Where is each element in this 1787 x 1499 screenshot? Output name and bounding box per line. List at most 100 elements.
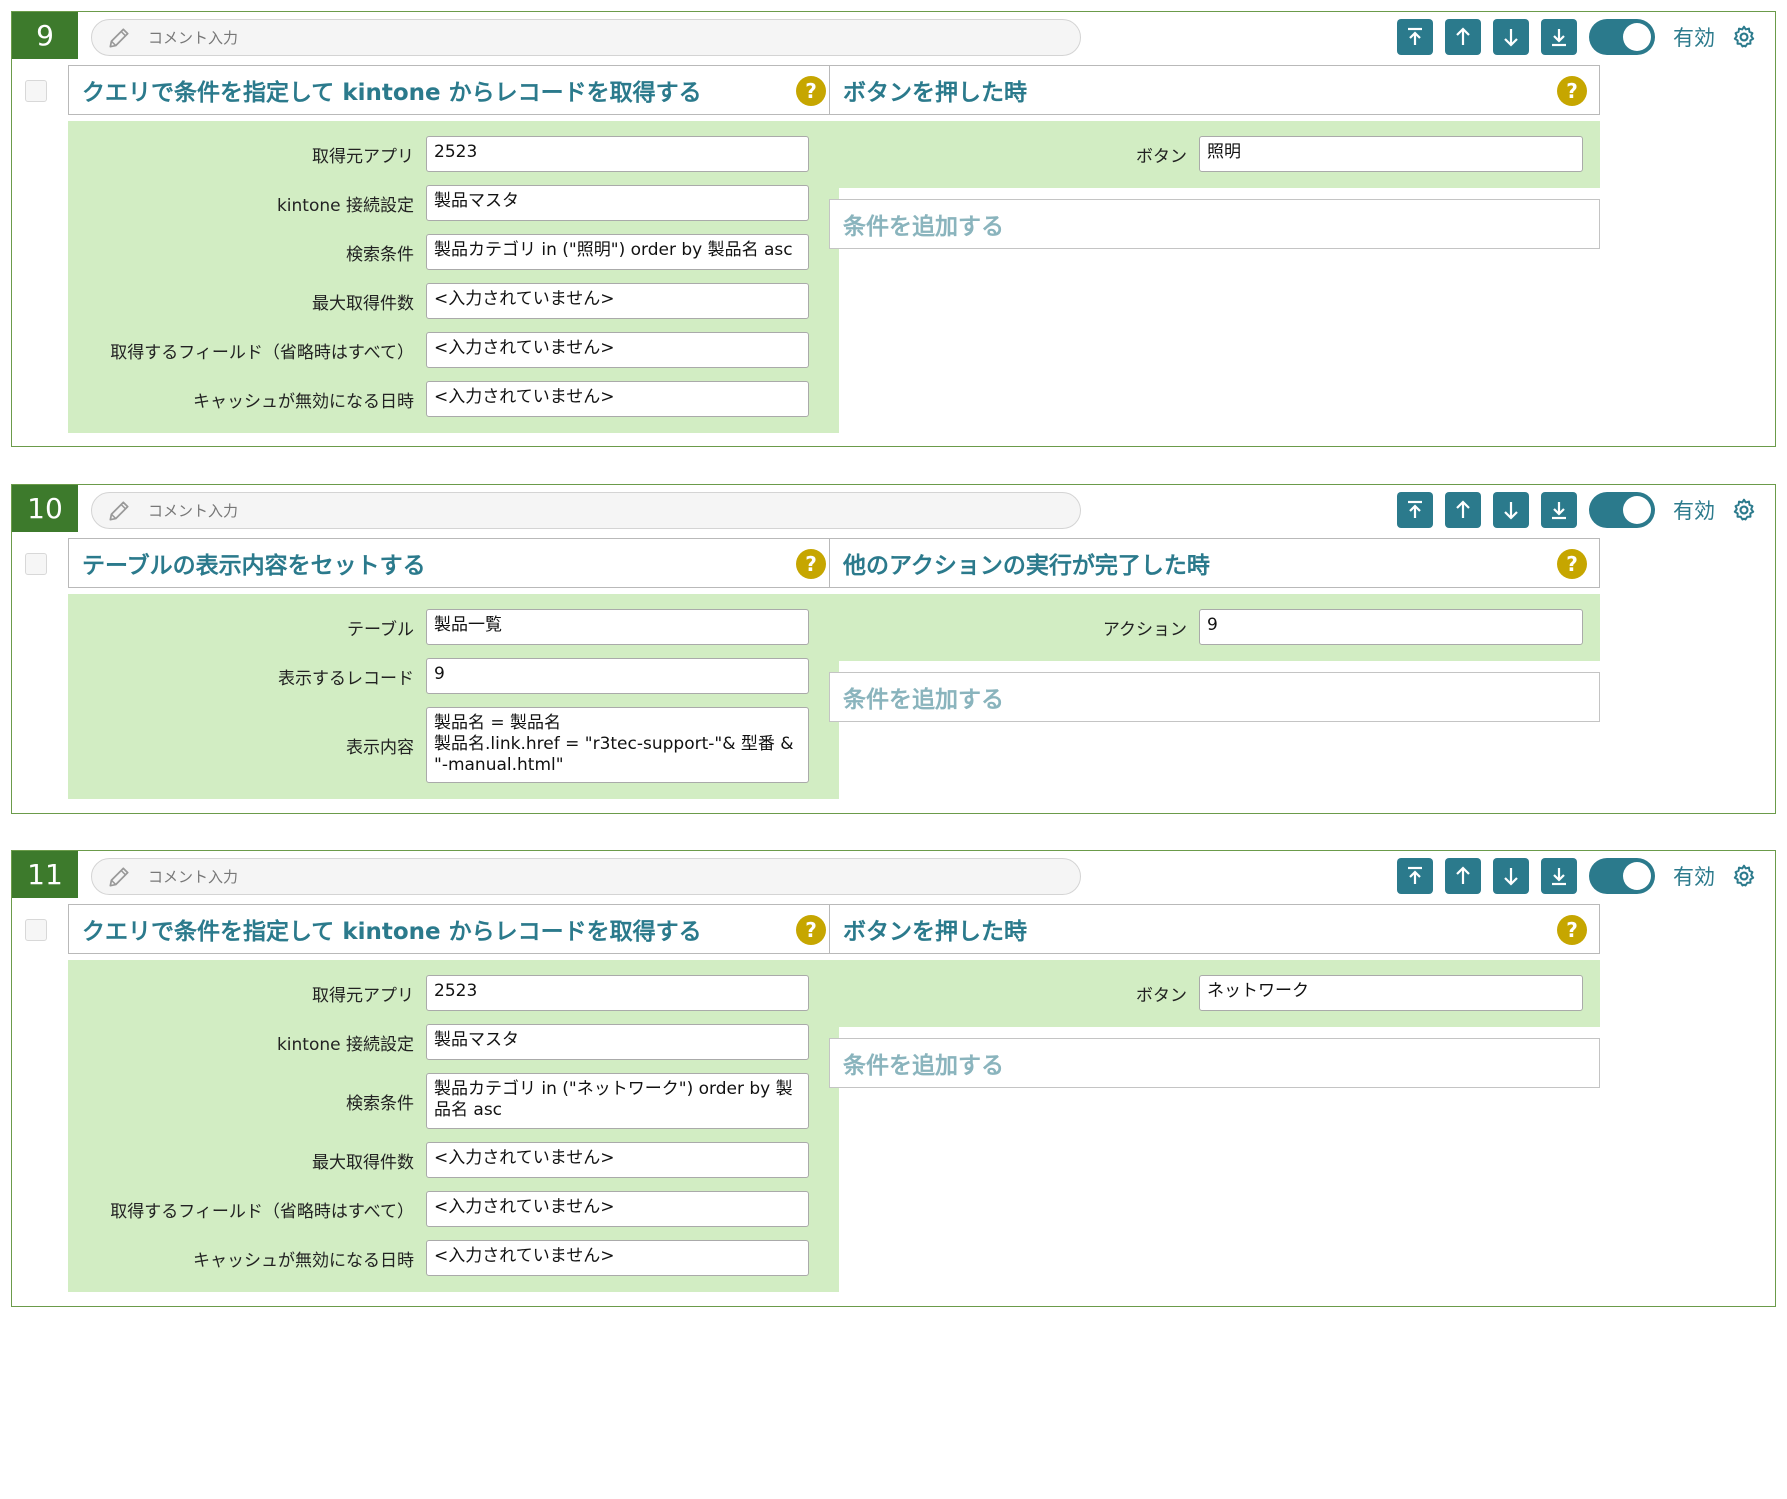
field-label: 取得するフィールド（省略時はすべて）: [110, 342, 414, 363]
enabled-label: 有効: [1673, 26, 1715, 50]
gear-icon[interactable]: [1731, 497, 1757, 523]
enabled-toggle[interactable]: [1589, 19, 1655, 55]
field-row: 取得元アプリ 2523: [68, 975, 839, 1011]
select-checkbox[interactable]: [25, 919, 47, 941]
field-value[interactable]: <入力されていません>: [426, 332, 809, 368]
field-label: キャッシュが無効になる日時: [193, 1250, 414, 1271]
field-value[interactable]: <入力されていません>: [426, 1142, 809, 1178]
field-row: 最大取得件数 <入力されていません>: [68, 283, 839, 319]
trigger-panel: ボタンを押した時 ? ボタン 照明 条件を追加する: [829, 65, 1600, 249]
select-checkbox[interactable]: [25, 553, 47, 575]
field-value[interactable]: 製品カテゴリ in ("ネットワーク") order by 製品名 asc: [426, 1073, 809, 1129]
enabled-toggle[interactable]: [1589, 492, 1655, 528]
move-to-top-icon: [1408, 866, 1422, 884]
action-title: クエリで条件を指定して kintone からレコードを取得する: [82, 80, 702, 106]
gear-icon[interactable]: [1731, 863, 1757, 889]
move-up-icon: [1456, 866, 1470, 884]
field-value[interactable]: <入力されていません>: [426, 1191, 809, 1227]
move-down-button[interactable]: [1493, 492, 1529, 528]
field-value[interactable]: 9: [426, 658, 809, 694]
move-down-icon: [1504, 868, 1518, 886]
trigger-header[interactable]: 他のアクションの実行が完了した時 ?: [829, 538, 1600, 588]
move-down-button[interactable]: [1493, 19, 1529, 55]
field-row: アクション 9: [829, 609, 1600, 645]
field-row: 表示するレコード 9: [68, 658, 839, 694]
enabled-label: 有効: [1673, 499, 1715, 523]
field-value[interactable]: 2523: [426, 136, 809, 172]
field-label: 検索条件: [346, 244, 414, 265]
field-row: 検索条件 製品カテゴリ in ("照明") order by 製品名 asc: [68, 234, 839, 270]
move-to-bottom-icon: [1552, 502, 1566, 520]
move-up-icon: [1456, 500, 1470, 518]
trigger-panel: 他のアクションの実行が完了した時 ? アクション 9 条件を追加する: [829, 538, 1600, 722]
field-value[interactable]: 製品マスタ: [426, 185, 809, 221]
field-value[interactable]: 製品カテゴリ in ("照明") order by 製品名 asc: [426, 234, 809, 270]
move-up-button[interactable]: [1445, 19, 1481, 55]
action-settings: テーブル 製品一覧 表示するレコード 9 表示内容 製品名 = 製品名 製品名.link.…: [68, 594, 839, 799]
add-condition-button[interactable]: 条件を追加する: [829, 199, 1600, 249]
field-value[interactable]: 製品一覧: [426, 609, 809, 645]
action-header[interactable]: クエリで条件を指定して kintone からレコードを取得する ?: [68, 65, 839, 115]
help-icon[interactable]: ?: [796, 549, 826, 579]
field-value[interactable]: 2523: [426, 975, 809, 1011]
field-row: テーブル 製品一覧: [68, 609, 839, 645]
help-icon[interactable]: ?: [796, 915, 826, 945]
field-value[interactable]: 製品名 = 製品名 製品名.link.href = "r3tec-support…: [426, 707, 809, 783]
field-value[interactable]: 製品マスタ: [426, 1024, 809, 1060]
block-toolbar: 有効: [1385, 491, 1757, 529]
field-value[interactable]: 9: [1199, 609, 1583, 645]
field-label: ボタン: [1136, 985, 1187, 1006]
trigger-header[interactable]: ボタンを押した時 ?: [829, 904, 1600, 954]
move-top-button[interactable]: [1397, 19, 1433, 55]
move-bottom-button[interactable]: [1541, 19, 1577, 55]
action-panel: クエリで条件を指定して kintone からレコードを取得する ? 取得元アプリ…: [68, 904, 839, 1292]
field-value[interactable]: 照明: [1199, 136, 1583, 172]
field-label: 取得元アプリ: [312, 985, 414, 1006]
action-block: 9 コメント入力 有効 クエリで条件を指定して kintone からレコードを取…: [11, 11, 1776, 447]
action-header[interactable]: テーブルの表示内容をセットする ?: [68, 538, 839, 588]
help-icon[interactable]: ?: [1557, 76, 1587, 106]
field-label: 表示内容: [346, 737, 414, 758]
trigger-settings: アクション 9: [829, 594, 1600, 661]
move-bottom-button[interactable]: [1541, 858, 1577, 894]
move-up-button[interactable]: [1445, 492, 1481, 528]
help-icon[interactable]: ?: [1557, 549, 1587, 579]
field-row: 検索条件 製品カテゴリ in ("ネットワーク") order by 製品名 as…: [68, 1073, 839, 1129]
move-top-button[interactable]: [1397, 492, 1433, 528]
action-number: 11: [12, 851, 78, 898]
enabled-toggle[interactable]: [1589, 858, 1655, 894]
pencil-icon: [109, 27, 129, 48]
gear-icon[interactable]: [1731, 24, 1757, 50]
field-value[interactable]: <入力されていません>: [426, 381, 809, 417]
comment-input[interactable]: [146, 500, 950, 521]
move-down-button[interactable]: [1493, 858, 1529, 894]
action-header[interactable]: クエリで条件を指定して kintone からレコードを取得する ?: [68, 904, 839, 954]
help-icon[interactable]: ?: [796, 76, 826, 106]
field-row: 最大取得件数 <入力されていません>: [68, 1142, 839, 1178]
field-label: kintone 接続設定: [276, 195, 414, 216]
add-condition-button[interactable]: 条件を追加する: [829, 1038, 1600, 1088]
field-value[interactable]: <入力されていません>: [426, 283, 809, 319]
select-checkbox[interactable]: [25, 80, 47, 102]
comment-input[interactable]: [146, 27, 950, 48]
trigger-header[interactable]: ボタンを押した時 ?: [829, 65, 1600, 115]
field-label: 検索条件: [346, 1093, 414, 1114]
add-condition-label: 条件を追加する: [843, 687, 1004, 713]
add-condition-button[interactable]: 条件を追加する: [829, 672, 1600, 722]
comment-field[interactable]: [91, 492, 1081, 529]
move-top-button[interactable]: [1397, 858, 1433, 894]
move-to-bottom-icon: [1552, 29, 1566, 47]
comment-field[interactable]: [91, 858, 1081, 895]
comment-input[interactable]: [146, 866, 950, 887]
field-label: 最大取得件数: [312, 1152, 414, 1173]
field-row: 取得元アプリ 2523: [68, 136, 839, 172]
move-bottom-button[interactable]: [1541, 492, 1577, 528]
field-value[interactable]: ネットワーク: [1199, 975, 1583, 1011]
enabled-label: 有効: [1673, 865, 1715, 889]
help-icon[interactable]: ?: [1557, 915, 1587, 945]
comment-field[interactable]: [91, 19, 1081, 56]
field-row: kintone 接続設定 製品マスタ: [68, 185, 839, 221]
action-block: 10 コメント入力 有効 テーブルの表示内容をセットする ? テーブル 製品一覧…: [11, 484, 1776, 814]
move-up-button[interactable]: [1445, 858, 1481, 894]
field-value[interactable]: <入力されていません>: [426, 1240, 809, 1276]
